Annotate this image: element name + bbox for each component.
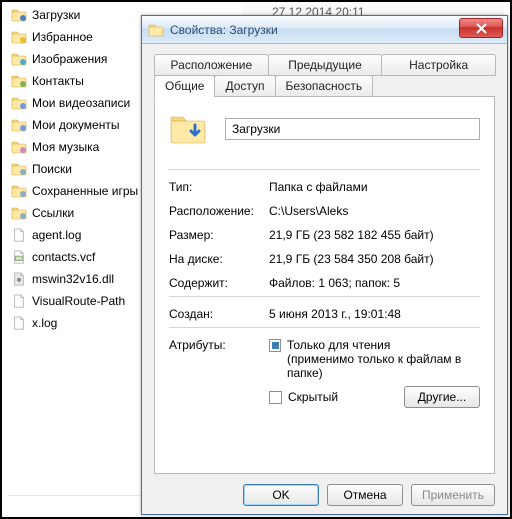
folder-pic-icon bbox=[10, 50, 28, 68]
hidden-checkbox[interactable] bbox=[269, 391, 282, 404]
folder-video-icon bbox=[10, 94, 28, 112]
folder-name-input[interactable] bbox=[225, 118, 480, 140]
list-item-label: agent.log bbox=[32, 228, 81, 242]
list-item-label: Изображения bbox=[32, 52, 107, 66]
other-attributes-button[interactable]: Другие... bbox=[404, 386, 480, 408]
close-icon bbox=[476, 23, 487, 34]
folder-doc-icon bbox=[10, 116, 28, 134]
properties-dialog: Свойства: Загрузки РасположениеПредыдущи… bbox=[141, 15, 508, 515]
list-item-label: Ссылки bbox=[32, 206, 74, 220]
file-vcf-icon bbox=[10, 248, 28, 266]
list-item-label: x.log bbox=[32, 316, 57, 330]
dialog-titlebar[interactable]: Свойства: Загрузки bbox=[142, 16, 507, 44]
separator bbox=[169, 327, 480, 328]
separator bbox=[169, 296, 480, 297]
list-item-label: contacts.vcf bbox=[32, 250, 95, 264]
tab-row-primary: ОбщиеДоступБезопасность bbox=[154, 75, 495, 97]
folder-icon bbox=[148, 22, 164, 38]
tab-предыдущие версии[interactable]: Предыдущие версии bbox=[268, 54, 383, 76]
tab-general-body: Тип: Папка с файлами Расположение: C:\Us… bbox=[154, 96, 495, 474]
folder-music-icon bbox=[10, 138, 28, 156]
folder-star-icon bbox=[10, 28, 28, 46]
list-item-label: Поиски bbox=[32, 162, 72, 176]
label-attributes: Атрибуты: bbox=[169, 338, 269, 408]
folder-game-icon bbox=[10, 182, 28, 200]
list-item-label: Избранное bbox=[32, 30, 93, 44]
value-contains: Файлов: 1 063; папок: 5 bbox=[269, 276, 480, 290]
tab-доступ[interactable]: Доступ bbox=[214, 75, 275, 97]
value-created: 5 июня 2013 г., 19:01:48 bbox=[269, 307, 480, 321]
list-item-label: Мои документы bbox=[32, 118, 119, 132]
folder-large-icon bbox=[169, 111, 209, 147]
tab-row-secondary: РасположениеПредыдущие версииНастройка bbox=[154, 54, 495, 76]
list-item-label: VisualRoute-Path bbox=[32, 294, 125, 308]
label-location: Расположение: bbox=[169, 204, 269, 218]
ok-button[interactable]: OK bbox=[243, 484, 319, 506]
list-item-label: Моя музыка bbox=[32, 140, 99, 154]
readonly-label: Только для чтения bbox=[287, 338, 480, 352]
value-size: 21,9 ГБ (23 582 182 455 байт) bbox=[269, 228, 480, 242]
cancel-button[interactable]: Отмена bbox=[327, 484, 403, 506]
value-type: Папка с файлами bbox=[269, 180, 480, 194]
readonly-sublabel: (применимо только к файлам в папке) bbox=[287, 352, 480, 380]
close-button[interactable] bbox=[459, 18, 503, 38]
file-dll-icon bbox=[10, 270, 28, 288]
label-created: Создан: bbox=[169, 307, 269, 321]
list-item-label: mswin32v16.dll bbox=[32, 272, 114, 286]
tab-безопасность[interactable]: Безопасность bbox=[275, 75, 374, 97]
file-text-icon bbox=[10, 292, 28, 310]
tab-настройка[interactable]: Настройка bbox=[381, 54, 496, 76]
folder-search-icon bbox=[10, 160, 28, 178]
value-size-on-disk: 21,9 ГБ (23 584 350 208 байт) bbox=[269, 252, 480, 266]
folder-link-icon bbox=[10, 204, 28, 222]
file-text-icon bbox=[10, 226, 28, 244]
tab-общие[interactable]: Общие bbox=[154, 75, 215, 97]
list-item-label: Загрузки bbox=[32, 8, 80, 22]
list-item-label: Сохраненные игры bbox=[32, 184, 138, 198]
file-text-icon bbox=[10, 314, 28, 332]
label-size-on-disk: На диске: bbox=[169, 252, 269, 266]
dialog-title: Свойства: Загрузки bbox=[170, 23, 278, 37]
label-type: Тип: bbox=[169, 180, 269, 194]
hidden-label: Скрытый bbox=[288, 390, 338, 404]
readonly-checkbox[interactable] bbox=[269, 339, 281, 352]
value-location: C:\Users\Aleks bbox=[269, 204, 480, 218]
folder-people-icon bbox=[10, 72, 28, 90]
folder-down-icon bbox=[10, 6, 28, 24]
list-item-label: Контакты bbox=[32, 74, 84, 88]
label-contains: Содержит: bbox=[169, 276, 269, 290]
label-size: Размер: bbox=[169, 228, 269, 242]
separator bbox=[169, 169, 480, 170]
apply-button[interactable]: Применить bbox=[411, 484, 495, 506]
list-item-label: Мои видеозаписи bbox=[32, 96, 130, 110]
tab-расположение[interactable]: Расположение bbox=[154, 54, 269, 76]
